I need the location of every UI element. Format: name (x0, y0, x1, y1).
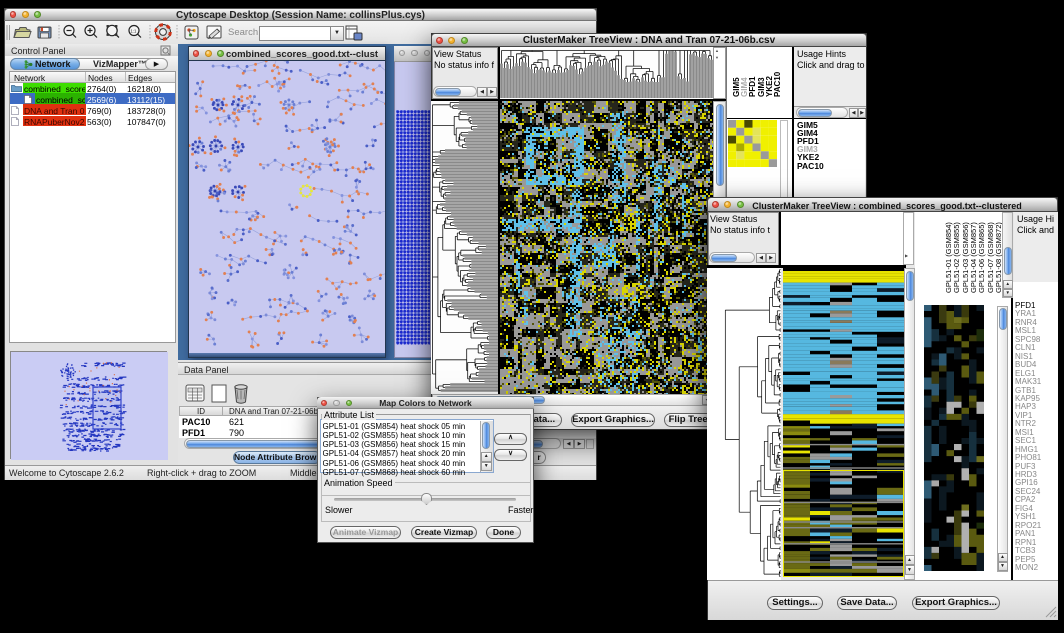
svg-text:1:1: 1:1 (131, 29, 137, 34)
